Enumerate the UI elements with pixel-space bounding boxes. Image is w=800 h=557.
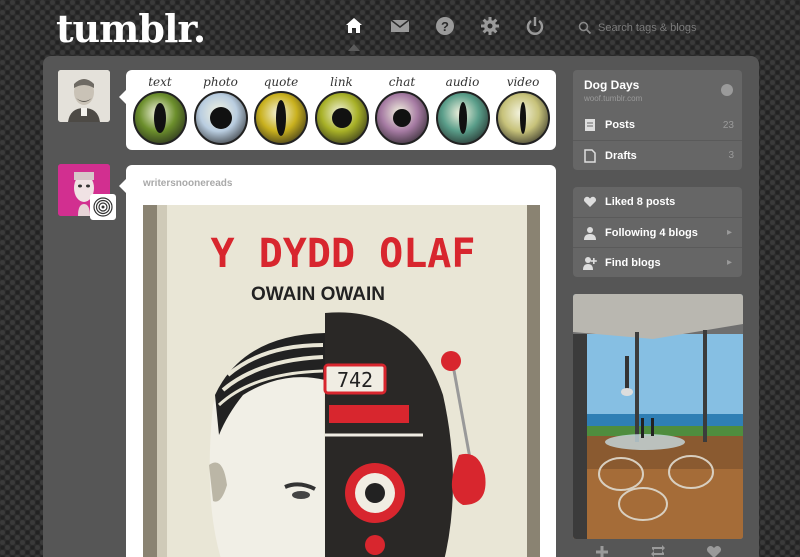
post-type-eye-icon [375, 91, 429, 145]
post-type-label: video [506, 75, 540, 89]
post-type-label: chat [388, 75, 416, 89]
post-type-quote[interactable]: quote [253, 74, 309, 145]
blog-name: Dog Days [584, 78, 640, 92]
chevron-right-icon: ▸ [726, 257, 732, 268]
sidebar-item-liked[interactable]: Liked 8 posts [573, 187, 742, 217]
mail-icon[interactable] [388, 14, 412, 38]
post-type-eye-icon [193, 91, 248, 145]
add-person-icon [583, 256, 597, 270]
top-bar: tumblr. ? [0, 0, 800, 56]
search-icon [578, 21, 592, 35]
chevron-right-icon: ▸ [726, 227, 732, 238]
post-photo[interactable]: Y DYDD OLAF OWAIN OWAIN 742 [143, 205, 540, 557]
logout-power-icon[interactable] [523, 14, 547, 38]
following-label: Following 4 blogs [605, 226, 698, 239]
person-icon [584, 226, 596, 240]
drafts-label: Drafts [605, 149, 637, 162]
svg-text:?: ? [441, 19, 449, 34]
pupil [276, 100, 286, 136]
post-type-audio[interactable]: audio [435, 74, 491, 145]
post-type-label: link [330, 75, 353, 89]
liked-label: Liked 8 posts [605, 196, 676, 208]
post-type-label: photo [203, 75, 238, 89]
drafts-count: 3 [728, 150, 734, 161]
find-blogs-label: Find blogs [605, 256, 661, 269]
post-type-eye-icon [133, 91, 187, 145]
post-type-video[interactable]: video [495, 74, 551, 145]
search-bar [578, 18, 758, 38]
pupil [331, 108, 352, 128]
posts-label: Posts [605, 119, 635, 131]
post-type-label: audio [445, 75, 480, 89]
blog-settings-icon[interactable] [721, 84, 733, 96]
post-author-name[interactable]: writersnoonereads [143, 178, 232, 189]
robot-counter: 742 [337, 368, 373, 392]
book-author: OWAIN OWAIN [251, 284, 385, 305]
settings-gear-icon[interactable] [478, 14, 502, 38]
pupil [520, 102, 526, 134]
pupil [458, 102, 467, 134]
user-avatar[interactable] [58, 70, 110, 122]
drafts-icon [584, 148, 596, 163]
sidebar-item-drafts[interactable]: Drafts 3 [573, 140, 742, 170]
search-input[interactable] [598, 22, 748, 34]
posts-count: 23 [722, 119, 734, 131]
radar-photo[interactable] [573, 294, 743, 539]
tumblr-logo[interactable]: tumblr. [56, 6, 206, 51]
social-menu: Liked 8 posts Following 4 blogs ▸ Find b… [573, 187, 742, 277]
sidebar-item-following[interactable]: Following 4 blogs ▸ [573, 217, 742, 247]
like-heart-icon[interactable] [706, 544, 722, 557]
home-icon[interactable] [342, 14, 366, 51]
post-type-link[interactable]: link [314, 74, 370, 145]
dashboard-post: writersnoonereads Y DYDD OLAF OWAIN OWAI… [119, 165, 556, 557]
posts-icon [585, 119, 595, 131]
help-icon[interactable]: ? [433, 14, 457, 38]
pupil [154, 103, 166, 133]
pupil [209, 107, 232, 129]
add-icon[interactable] [594, 544, 610, 557]
sidebar-item-posts[interactable]: Posts 23 [573, 110, 742, 140]
post-type-photo[interactable]: photo [193, 74, 249, 145]
post-type-eye-icon [496, 91, 550, 145]
post-type-label: text [148, 75, 172, 89]
pupil [393, 109, 411, 127]
heart-icon [583, 196, 597, 207]
sidebar-item-find-blogs[interactable]: Find blogs ▸ [573, 247, 742, 277]
post-type-selector: text photo quote link chat audio video [119, 70, 556, 150]
blog-url: woof.tumblr.com [584, 94, 643, 103]
book-title: Y DYDD OLAF [211, 231, 476, 277]
blog-menu: Dog Days woof.tumblr.com Posts 23 Drafts… [573, 70, 742, 170]
blog-title-row[interactable]: Dog Days woof.tumblr.com [573, 70, 742, 110]
post-type-eye-icon [435, 91, 490, 145]
post-type-eye-icon [254, 91, 308, 145]
post-type-text[interactable]: text [132, 74, 188, 145]
reblog-source-avatar[interactable] [90, 194, 116, 220]
post-type-chat[interactable]: chat [374, 74, 430, 145]
reblog-icon[interactable] [650, 544, 666, 557]
post-type-label: quote [263, 75, 299, 89]
post-type-eye-icon [314, 91, 369, 145]
